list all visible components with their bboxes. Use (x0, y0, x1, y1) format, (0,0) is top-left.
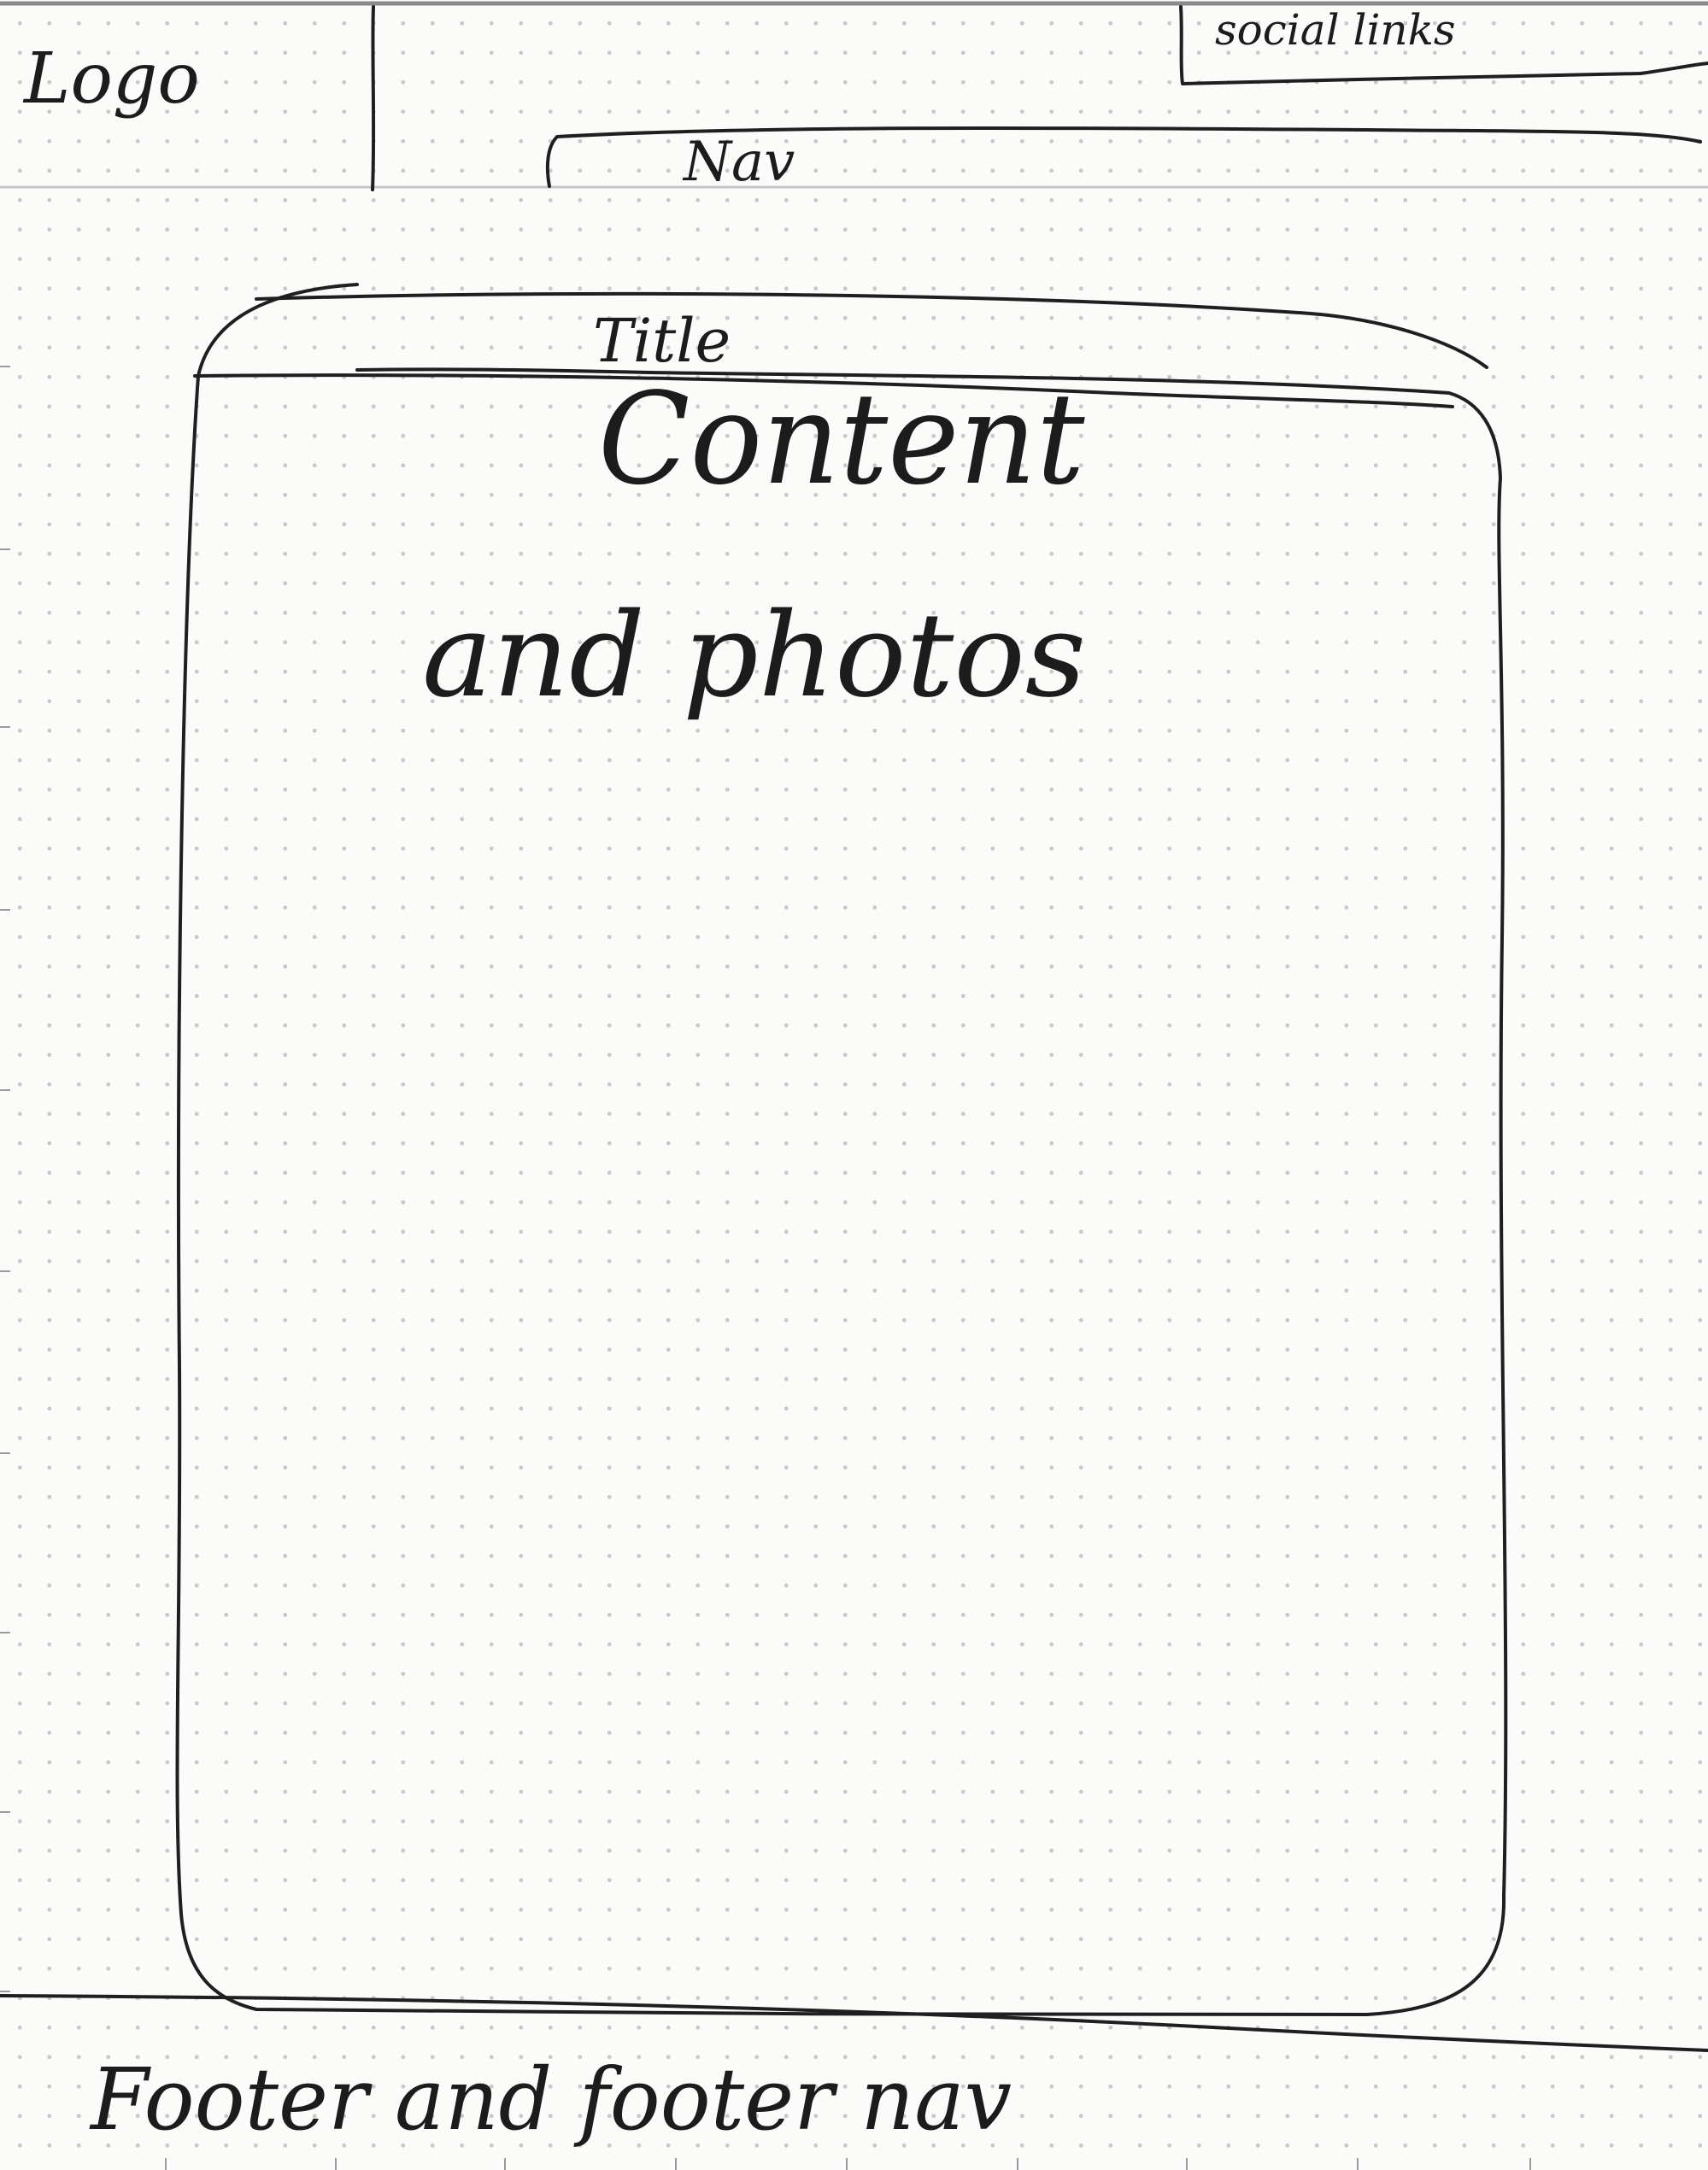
bottom-tick (1017, 2158, 1018, 2170)
bottom-tick (165, 2158, 167, 2170)
bottom-tick (1357, 2158, 1359, 2170)
content-placeholder-line-1: Content (598, 366, 1085, 513)
footer-rule (0, 1994, 1708, 2052)
margin-tick (0, 366, 10, 367)
content-box-top-edge (255, 291, 1488, 369)
margin-tick (0, 909, 10, 911)
bottom-tick (335, 2158, 337, 2170)
nav-label: Nav (684, 131, 795, 194)
bottom-tick (504, 2158, 506, 2170)
margin-tick (0, 1811, 10, 1813)
margin-tick (0, 548, 10, 550)
margin-tick (0, 1632, 10, 1633)
wireframe-sketch (0, 1, 1708, 2052)
bottom-tick (675, 2158, 677, 2170)
footer-label: Footer and footer nav (91, 2050, 1012, 2149)
margin-tick (0, 1452, 10, 1454)
content-placeholder-line-2: and photos (422, 589, 1087, 724)
content-box (175, 283, 1508, 2017)
content-title-label: Title (593, 306, 731, 376)
bottom-tick (1529, 2158, 1531, 2170)
bottom-tick (1186, 2158, 1188, 2170)
margin-tick (0, 1991, 10, 1992)
margin-tick (0, 1270, 10, 1272)
margin-tick (0, 726, 10, 728)
margin-tick (0, 1089, 10, 1091)
logo-label: Logo (24, 38, 200, 120)
social-links-label: social links (1215, 5, 1456, 55)
bottom-tick (846, 2158, 848, 2170)
